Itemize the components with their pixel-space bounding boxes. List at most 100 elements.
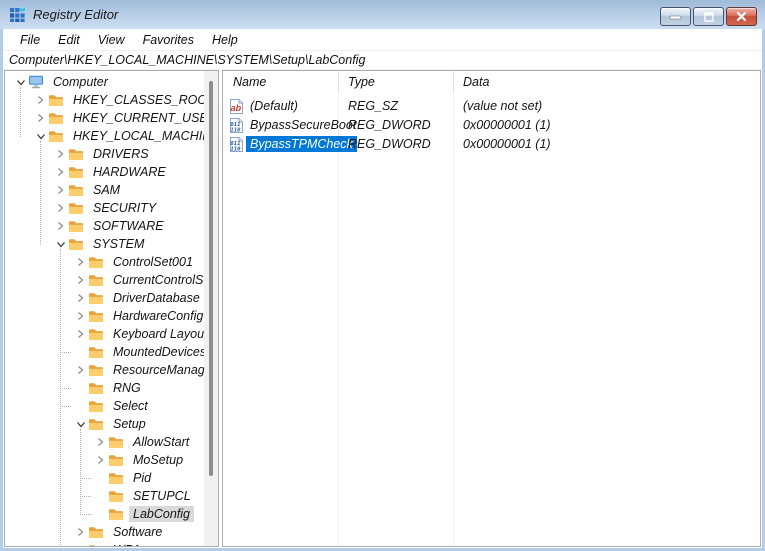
folder-icon (68, 219, 86, 233)
registry-value-row-bypasssecureboot[interactable]: 011 110 BypassSecureBoot REG_DWORD 0x0000000… (223, 116, 760, 135)
column-separator[interactable] (453, 74, 454, 91)
chevron-right-icon[interactable] (53, 201, 68, 215)
chevron-right-icon[interactable] (33, 111, 48, 125)
tree-item-labconfig[interactable]: LabConfig (5, 505, 204, 523)
tree-item-setupcl[interactable]: SETUPCL (5, 487, 204, 505)
tree-item-label: WPA (109, 542, 145, 546)
maximize-button[interactable] (693, 7, 724, 26)
tree-item-label: Computer (53, 75, 108, 89)
title-bar: Registry Editor (0, 0, 765, 29)
tree-item-label: DriverDatabase (113, 291, 200, 305)
registry-values-panel: Name Type Data ab (Default) REG_SZ (value n… (222, 70, 761, 547)
tree-item-label: SECURITY (93, 201, 157, 215)
menu-item-help[interactable]: Help (203, 31, 247, 49)
menu-item-file[interactable]: File (11, 31, 49, 49)
window-body: File Edit View Favorites Help Computer\HKEY_… (3, 29, 762, 548)
tree-item-computer[interactable]: Computer (5, 73, 204, 91)
folder-icon (88, 525, 106, 539)
chevron-right-icon[interactable] (73, 255, 88, 269)
folder-icon (68, 201, 86, 215)
close-button[interactable] (726, 7, 757, 26)
tree-item-label: Select (113, 399, 148, 413)
folder-icon (88, 399, 106, 413)
tree-item-label: Setup (113, 417, 146, 431)
value-name: (Default) (250, 99, 298, 113)
chevron-right-icon[interactable] (53, 147, 68, 161)
column-header-type[interactable]: Type (348, 75, 375, 89)
address-bar[interactable]: Computer\HKEY_LOCAL_MACHINE\SYSTEM\Setup… (3, 50, 762, 70)
value-name: BypassTPMCheck (246, 136, 357, 152)
tree-item-select[interactable]: Select (5, 397, 204, 415)
chevron-right-icon[interactable] (73, 291, 88, 305)
tree-item-software[interactable]: SOFTWARE (5, 217, 204, 235)
tree-item-mosetup[interactable]: MoSetup (5, 451, 204, 469)
chevron-right-icon[interactable] (93, 435, 108, 449)
tree-item-mounteddevices[interactable]: MountedDevices (5, 343, 206, 361)
chevron-right-icon[interactable] (93, 453, 108, 467)
value-data: (value not set) (463, 99, 543, 113)
chevron-right-icon[interactable] (33, 93, 48, 107)
chevron-right-icon[interactable] (53, 165, 68, 179)
chevron-right-icon[interactable] (73, 309, 88, 323)
menu-bar: File Edit View Favorites Help (3, 29, 762, 50)
reg-dword-icon: 011 110 (229, 118, 244, 134)
tree-item-controlset001[interactable]: ControlSet001 (5, 253, 204, 271)
tree-scrollbar-track[interactable] (204, 71, 218, 546)
reg-sz-icon: ab (229, 99, 244, 114)
tree-item-label: HKEY_CURRENT_USER (73, 111, 217, 125)
column-header-name[interactable]: Name (233, 75, 266, 89)
tree-item-hkey-local-machine[interactable]: HKEY_LOCAL_MACHINE (5, 127, 218, 145)
chevron-right-icon[interactable] (73, 273, 88, 287)
folder-icon (88, 345, 106, 359)
tree-item-allowstart[interactable]: AllowStart (5, 433, 204, 451)
value-name: BypassSecureBoot (250, 118, 357, 132)
chevron-down-icon[interactable] (73, 417, 88, 431)
column-separator[interactable] (338, 74, 339, 91)
window-controls (658, 7, 757, 26)
tree-item-hardwareconfig[interactable]: HardwareConfig (5, 307, 204, 325)
tree-item-label: ResourceManager (113, 363, 216, 377)
chevron-right-icon[interactable] (73, 327, 88, 341)
tree-item-setup[interactable]: Setup (5, 415, 204, 433)
window-title: Registry Editor (33, 7, 119, 22)
tree-item-software[interactable]: Software (5, 523, 204, 541)
menu-item-favorites[interactable]: Favorites (134, 31, 203, 49)
tree-item-resourcemanager[interactable]: ResourceManager (5, 361, 216, 379)
tree-item-keyboard-layout[interactable]: Keyboard Layout (5, 325, 208, 343)
chevron-down-icon[interactable] (13, 75, 28, 89)
tree-item-drivers[interactable]: DRIVERS (5, 145, 204, 163)
folder-icon (88, 381, 106, 395)
chevron-right-icon[interactable] (73, 363, 88, 377)
registry-value-row-default[interactable]: ab (Default) REG_SZ (value not set) (223, 97, 760, 116)
menu-item-view[interactable]: View (89, 31, 134, 49)
tree-item-security[interactable]: SECURITY (5, 199, 204, 217)
tree-item-hkey-current-user[interactable]: HKEY_CURRENT_USER (5, 109, 217, 127)
registry-tree-panel: Computer HKEY_CLASSES_ROOT HKEY_CURRENT_US… (4, 70, 219, 547)
tree-item-sam[interactable]: SAM (5, 181, 204, 199)
folder-icon (108, 507, 126, 521)
tree-item-pid[interactable]: Pid (5, 469, 204, 487)
column-header-data[interactable]: Data (463, 75, 489, 89)
tree-item-wpa[interactable]: WPA (5, 541, 204, 546)
chevron-down-icon[interactable] (53, 237, 68, 251)
tree-item-label: AllowStart (133, 435, 190, 449)
tree-scrollbar-thumb[interactable] (209, 81, 213, 476)
tree-item-label: Keyboard Layout (113, 327, 208, 341)
chevron-right-icon[interactable] (53, 183, 68, 197)
tree-item-rng[interactable]: RNG (5, 379, 204, 397)
registry-value-row-bypasstpmcheck[interactable]: 011 110 BypassTPMCheck REG_DWORD 0x00000001 … (223, 135, 760, 154)
tree-item-currentcontrolset[interactable]: CurrentControlSet (5, 271, 214, 289)
folder-icon (68, 165, 86, 179)
menu-item-edit[interactable]: Edit (49, 31, 89, 49)
tree-item-label: MoSetup (133, 453, 184, 467)
tree-item-driverdatabase[interactable]: DriverDatabase (5, 289, 204, 307)
chevron-down-icon[interactable] (33, 129, 48, 143)
tree-item-system[interactable]: SYSTEM (5, 235, 204, 253)
tree-item-hkey-classes-root[interactable]: HKEY_CLASSES_ROOT (5, 91, 215, 109)
tree-item-hardware[interactable]: HARDWARE (5, 163, 204, 181)
chevron-right-icon[interactable] (73, 525, 88, 539)
chevron-right-icon[interactable] (53, 219, 68, 233)
minimize-button[interactable] (660, 7, 691, 26)
